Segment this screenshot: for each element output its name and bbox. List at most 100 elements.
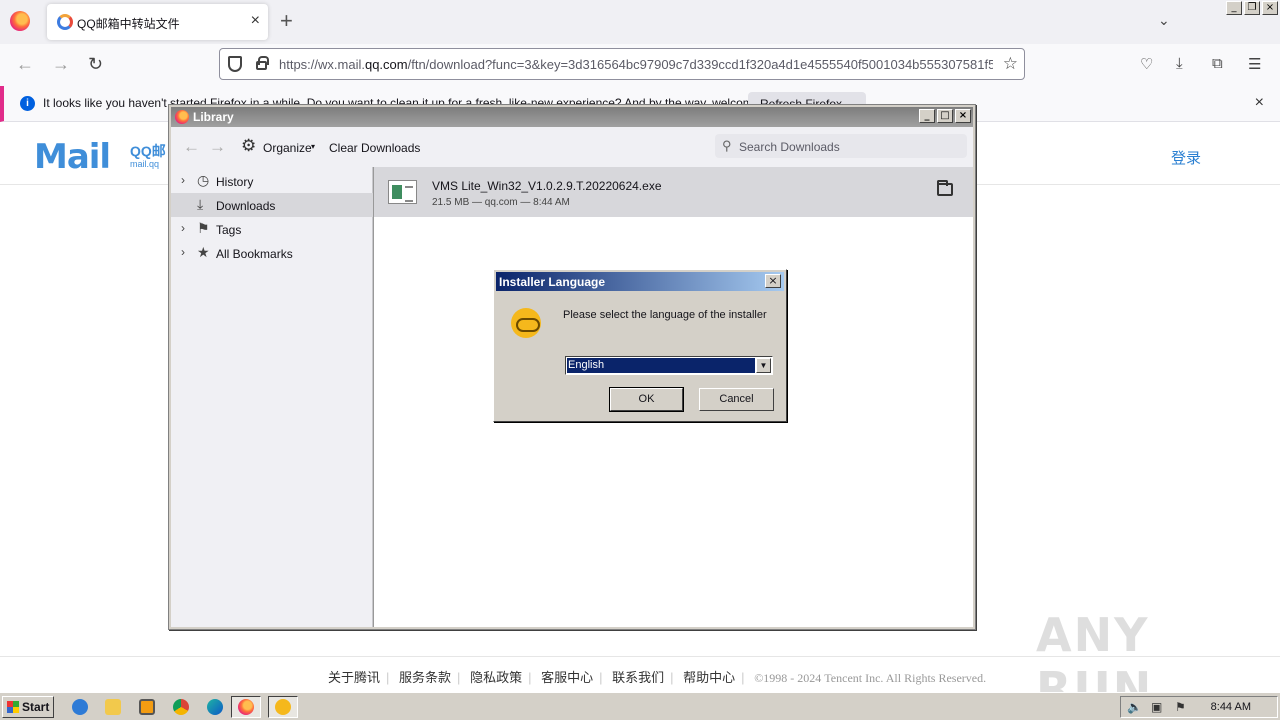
sidebar-item-label: Downloads xyxy=(216,199,276,213)
installer-cloud-icon xyxy=(511,308,541,338)
library-title: Library xyxy=(193,110,234,124)
tab-close-icon[interactable]: × xyxy=(251,12,260,30)
bookmark-star-icon[interactable]: ☆ xyxy=(1003,54,1018,74)
system-tray: 🔈 ▣ ⚑ 8:44 AM xyxy=(1120,696,1278,718)
tab-bar: QQ邮箱中转站文件 × + ⌄ _ ❐ × xyxy=(0,0,1280,44)
download-icon: ⤓ xyxy=(197,196,204,212)
executable-file-icon xyxy=(388,180,417,204)
tracking-protection-shield-icon[interactable] xyxy=(228,56,242,72)
library-minimize-button[interactable]: _ xyxy=(919,109,935,123)
chrome-icon[interactable] xyxy=(173,699,189,715)
downloads-icon[interactable]: ⤓ xyxy=(1176,55,1183,72)
close-notification-icon[interactable]: × xyxy=(1255,94,1264,112)
library-title-bar[interactable]: Library _ □ × xyxy=(171,107,973,127)
copyright-text: ©1998 - 2024 Tencent Inc. All Rights Res… xyxy=(754,671,987,685)
internet-explorer-icon[interactable] xyxy=(72,699,88,715)
close-window-button[interactable]: × xyxy=(1262,1,1278,15)
history-icon: ◷ xyxy=(197,172,210,188)
installer-taskbar-button[interactable] xyxy=(268,696,298,718)
firefox-icon[interactable] xyxy=(10,11,30,31)
logo-qq-text: QQ邮 xyxy=(130,143,166,159)
library-maximize-button[interactable]: □ xyxy=(937,109,953,123)
media-player-icon[interactable] xyxy=(139,699,155,715)
installer-language-dialog: Installer Language × Please select the l… xyxy=(493,269,787,422)
library-sidebar: › ◷ History ⤓ Downloads › ⚑ Tags › ★ All… xyxy=(171,167,373,627)
dropdown-arrow-icon[interactable]: ▼ xyxy=(756,358,771,373)
url-prefix: https://wx.mail. xyxy=(279,57,365,72)
tag-icon: ⚑ xyxy=(197,220,210,236)
back-arrow-icon[interactable]: ← xyxy=(16,54,34,74)
flag-icon[interactable]: ⚑ xyxy=(1175,700,1186,714)
expand-chevron-icon[interactable]: › xyxy=(181,173,185,187)
library-close-button[interactable]: × xyxy=(955,109,971,123)
sidebar-item-label: All Bookmarks xyxy=(216,247,293,261)
footer-link-about[interactable]: 关于腾讯 xyxy=(328,670,380,685)
forward-arrow-icon[interactable]: → xyxy=(52,54,70,74)
installer-cloud-icon xyxy=(275,699,291,715)
restore-button[interactable]: ❐ xyxy=(1244,1,1260,15)
tab-title: QQ邮箱中转站文件 xyxy=(77,17,180,31)
firefox-taskbar-button[interactable] xyxy=(231,696,261,718)
clock[interactable]: 8:44 AM xyxy=(1211,701,1251,713)
dialog-title-bar[interactable]: Installer Language × xyxy=(496,272,784,291)
minimize-button[interactable]: _ xyxy=(1226,1,1242,15)
footer-link-help[interactable]: 帮助中心 xyxy=(683,670,735,685)
footer-link-privacy[interactable]: 隐私政策 xyxy=(470,670,522,685)
organize-menu[interactable]: Organize xyxy=(263,141,312,155)
footer-link-terms[interactable]: 服务条款 xyxy=(399,670,451,685)
selected-language: English xyxy=(566,357,756,374)
open-folder-icon[interactable] xyxy=(937,180,953,196)
sidebar-item-history[interactable]: › ◷ History xyxy=(171,169,373,193)
download-meta: 21.5 MB — qq.com — 8:44 AM xyxy=(432,197,570,208)
sidebar-item-all-bookmarks[interactable]: › ★ All Bookmarks xyxy=(171,241,373,265)
download-filename: VMS Lite_Win32_V1.0.2.9.T.20220624.exe xyxy=(432,179,662,193)
firefox-icon xyxy=(175,110,189,124)
list-tabs-chevron-icon[interactable]: ⌄ xyxy=(1158,12,1170,29)
search-icon: ⚲ xyxy=(722,138,732,153)
network-icon[interactable]: ▣ xyxy=(1151,700,1162,714)
browser-tab[interactable]: QQ邮箱中转站文件 × xyxy=(47,4,268,40)
language-select[interactable]: English ▼ xyxy=(565,356,773,375)
sidebar-item-tags[interactable]: › ⚑ Tags xyxy=(171,217,373,241)
login-link[interactable]: 登录 xyxy=(1171,147,1201,168)
volume-icon[interactable]: 🔈 xyxy=(1127,700,1142,714)
cancel-button[interactable]: Cancel xyxy=(699,388,774,411)
download-item[interactable]: VMS Lite_Win32_V1.0.2.9.T.20220624.exe 2… xyxy=(374,167,973,217)
address-bar[interactable]: https://wx.mail.qq.com/ftn/download?func… xyxy=(219,48,1025,80)
new-tab-button[interactable]: + xyxy=(280,9,293,33)
clear-downloads-button[interactable]: Clear Downloads xyxy=(329,141,420,155)
sidebar-item-downloads[interactable]: ⤓ Downloads xyxy=(171,193,373,217)
url-path: /ftn/download?func=3&key=3d316564bc97909… xyxy=(407,57,993,72)
logo-domain-text: mail.qq xyxy=(130,159,160,169)
expand-chevron-icon[interactable]: › xyxy=(181,245,185,259)
qq-mail-favicon-icon xyxy=(57,14,73,30)
lock-icon[interactable] xyxy=(256,56,269,70)
search-placeholder: Search Downloads xyxy=(739,140,840,154)
dialog-message: Please select the language of the instal… xyxy=(563,309,767,321)
dialog-close-button[interactable]: × xyxy=(765,274,781,288)
start-button[interactable]: Start xyxy=(2,696,54,718)
expand-chevron-icon[interactable]: › xyxy=(181,221,185,235)
pocket-icon[interactable]: ♡ xyxy=(1140,55,1153,73)
reload-icon[interactable]: ↻ xyxy=(88,54,103,74)
qq-mail-logo[interactable]: Mail xyxy=(34,137,111,177)
footer-link-support[interactable]: 客服中心 xyxy=(541,670,593,685)
organize-dropdown-icon[interactable]: ▾ xyxy=(311,142,315,151)
menu-hamburger-icon[interactable]: ☰ xyxy=(1248,55,1261,73)
footer-links: 关于腾讯 | 服务条款 | 隐私政策 | 客服中心 | 联系我们 | 帮助中心 | ©199… xyxy=(328,670,987,685)
navigation-toolbar: ← → ↻ https://wx.mail.qq.com/ftn/downloa… xyxy=(0,44,1280,86)
library-back-icon[interactable]: ← xyxy=(183,137,200,157)
search-downloads-input[interactable]: ⚲ Search Downloads xyxy=(715,134,967,158)
url-text[interactable]: https://wx.mail.qq.com/ftn/download?func… xyxy=(279,57,993,72)
sidebar-item-label: Tags xyxy=(216,223,242,237)
extensions-icon[interactable]: ⧉ xyxy=(1212,55,1223,72)
file-explorer-icon[interactable] xyxy=(105,699,121,715)
footer-link-contact[interactable]: 联系我们 xyxy=(612,670,664,685)
gear-icon[interactable]: ⚙ xyxy=(241,137,256,155)
ok-button[interactable]: OK xyxy=(610,388,683,411)
library-forward-icon[interactable]: → xyxy=(209,137,226,157)
dialog-title: Installer Language xyxy=(499,275,606,289)
edge-icon[interactable] xyxy=(207,699,223,715)
star-icon: ★ xyxy=(197,244,210,260)
library-window-controls: _ □ × xyxy=(919,109,971,123)
